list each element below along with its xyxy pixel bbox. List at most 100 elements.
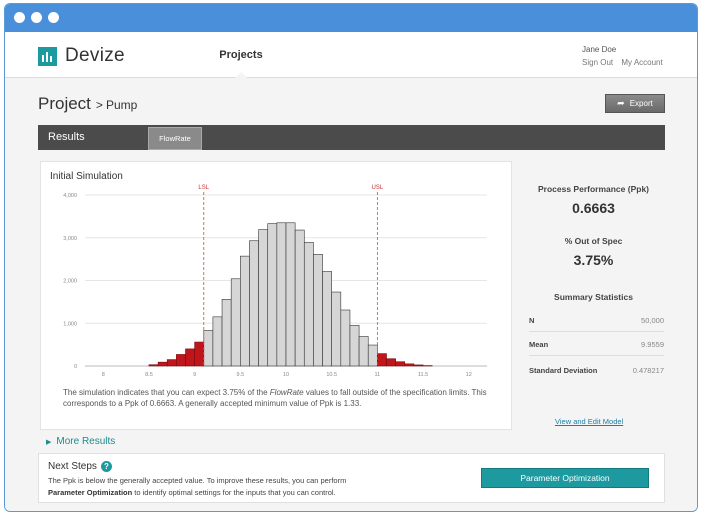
simulation-description: The simulation indicates that you can ex…	[63, 387, 493, 409]
export-button[interactable]: ➦ Export	[605, 94, 665, 113]
more-results-toggle[interactable]: ▶ More Results	[46, 436, 115, 447]
top-nav: Devize Projects Jane Doe Sign Out My Acc…	[5, 32, 697, 78]
page-title[interactable]: Project	[38, 94, 91, 114]
histogram-bar	[258, 229, 269, 367]
next-steps-title: Next Steps	[48, 461, 97, 472]
histogram-bar	[294, 229, 305, 367]
ppk-label: Process Performance (Ppk)	[537, 184, 650, 194]
x-tick-label: 8.5	[145, 372, 153, 378]
view-edit-model-link[interactable]: View and Edit Model	[555, 417, 623, 426]
next-steps-panel: Next Steps ? The Ppk is below the genera…	[38, 453, 665, 503]
stat-row-std: Standard Deviation 0.478217	[529, 366, 664, 375]
x-tick-label: 11.5	[418, 372, 428, 378]
histogram-bar	[413, 364, 424, 367]
more-results-label: More Results	[56, 436, 116, 447]
export-label: Export	[629, 99, 653, 108]
out-of-spec-value: 3.75%	[573, 252, 614, 268]
user-menu: Jane Doe Sign Out My Account	[582, 45, 669, 67]
spec-limit-label: LSL	[198, 185, 209, 191]
histogram-bar	[203, 330, 214, 367]
help-icon[interactable]: ?	[100, 461, 112, 472]
sign-out-link[interactable]: Sign Out	[582, 58, 613, 67]
x-tick-label: 9.5	[236, 372, 244, 378]
histogram-bar	[267, 223, 278, 367]
breadcrumb-project-name: Pump	[105, 98, 138, 112]
histogram-bar	[212, 316, 223, 367]
histogram-bar	[166, 359, 177, 367]
stat-label: Standard Deviation	[529, 366, 598, 375]
ppk-value: 0.6663	[572, 200, 615, 216]
stat-label: N	[529, 316, 535, 325]
histogram-bar	[276, 222, 287, 367]
breadcrumb-separator: >	[95, 98, 103, 112]
window-maximize-dot[interactable]	[48, 12, 59, 23]
app-logo[interactable]: Devize	[38, 45, 125, 67]
app-page: Devize Projects Jane Doe Sign Out My Acc…	[5, 32, 697, 511]
divider	[529, 331, 664, 332]
histogram-bar	[230, 278, 241, 367]
x-tick-label: 10	[283, 372, 289, 378]
x-tick-label: 10.5	[326, 372, 337, 378]
histogram-bar	[221, 299, 232, 367]
spec-limit-label: USL	[372, 185, 384, 191]
parameter-optimization-button[interactable]: Parameter Optimization	[481, 468, 649, 488]
stat-value: 50,000	[641, 316, 664, 325]
results-title: Results	[48, 131, 85, 143]
desc-flowrate: FlowRate	[269, 388, 304, 397]
x-tick-label: 8	[102, 372, 105, 378]
app-name: Devize	[65, 45, 125, 66]
simulation-card: Initial Simulation 0 1,000 2,000 3,000 4,000…	[40, 161, 512, 430]
browser-window: Devize Projects Jane Doe Sign Out My Acc…	[4, 3, 698, 512]
y-tick-label: 2,000	[63, 279, 77, 285]
next-steps-heading: Next Steps ?	[48, 461, 112, 472]
histogram-bar	[194, 341, 205, 367]
x-tick-label: 12	[466, 372, 472, 378]
results-bar: Results FlowRate	[38, 125, 665, 150]
out-of-spec-label: % Out of Spec	[564, 236, 623, 246]
histogram-bar	[240, 255, 250, 367]
histogram-bar	[377, 353, 387, 367]
histogram-bar	[148, 364, 159, 367]
histogram-bar	[395, 361, 406, 367]
histogram-bar	[349, 325, 360, 367]
histogram-bar	[176, 354, 186, 367]
histogram-bar	[367, 344, 378, 367]
devize-logo-icon	[38, 46, 57, 66]
stat-row-n: N 50,000	[529, 316, 664, 325]
histogram-bar	[340, 309, 351, 367]
next-steps-line-2: Parameter Optimization to identify optim…	[48, 488, 336, 497]
y-tick-label: 1,000	[63, 321, 77, 327]
my-account-link[interactable]: My Account	[621, 58, 662, 67]
x-tick-label: 9	[193, 372, 196, 378]
stat-row-mean: Mean 9.9559	[529, 340, 664, 349]
y-tick-label: 3,000	[63, 236, 77, 242]
x-tick-label: 11	[375, 372, 381, 378]
divider	[529, 355, 664, 356]
title-bar	[5, 4, 697, 32]
histogram-bar	[249, 240, 259, 367]
histogram-bar	[322, 271, 332, 367]
histogram-bar	[313, 254, 323, 367]
histogram-bar	[331, 291, 342, 367]
caret-right-icon: ▶	[46, 438, 52, 446]
stat-value: 0.478217	[632, 366, 664, 375]
next-steps-line-2-rest: to identify optimal settings for the inp…	[132, 488, 336, 497]
histogram-bar	[404, 363, 415, 367]
window-close-dot[interactable]	[14, 12, 25, 23]
histogram-bar	[285, 222, 296, 367]
histogram-bar	[157, 361, 168, 367]
next-steps-line-1: The Ppk is below the generally accepted …	[48, 476, 347, 485]
breadcrumb: Project > Pump	[38, 94, 137, 114]
histogram-bar	[358, 336, 369, 367]
tab-flowrate[interactable]: FlowRate	[148, 127, 202, 150]
histogram-bar	[386, 358, 396, 367]
stat-label: Mean	[529, 340, 549, 349]
param-opt-bold: Parameter Optimization	[48, 488, 133, 497]
summary-stats-title: Summary Statistics	[554, 292, 633, 302]
y-tick-label: 4,000	[63, 193, 77, 199]
export-arrow-icon: ➦	[617, 98, 625, 108]
histogram-bar	[185, 348, 195, 367]
summary-panel: Process Performance (Ppk) 0.6663 % Out o…	[521, 184, 666, 302]
stat-value: 9.9559	[641, 340, 664, 349]
window-minimize-dot[interactable]	[31, 12, 42, 23]
